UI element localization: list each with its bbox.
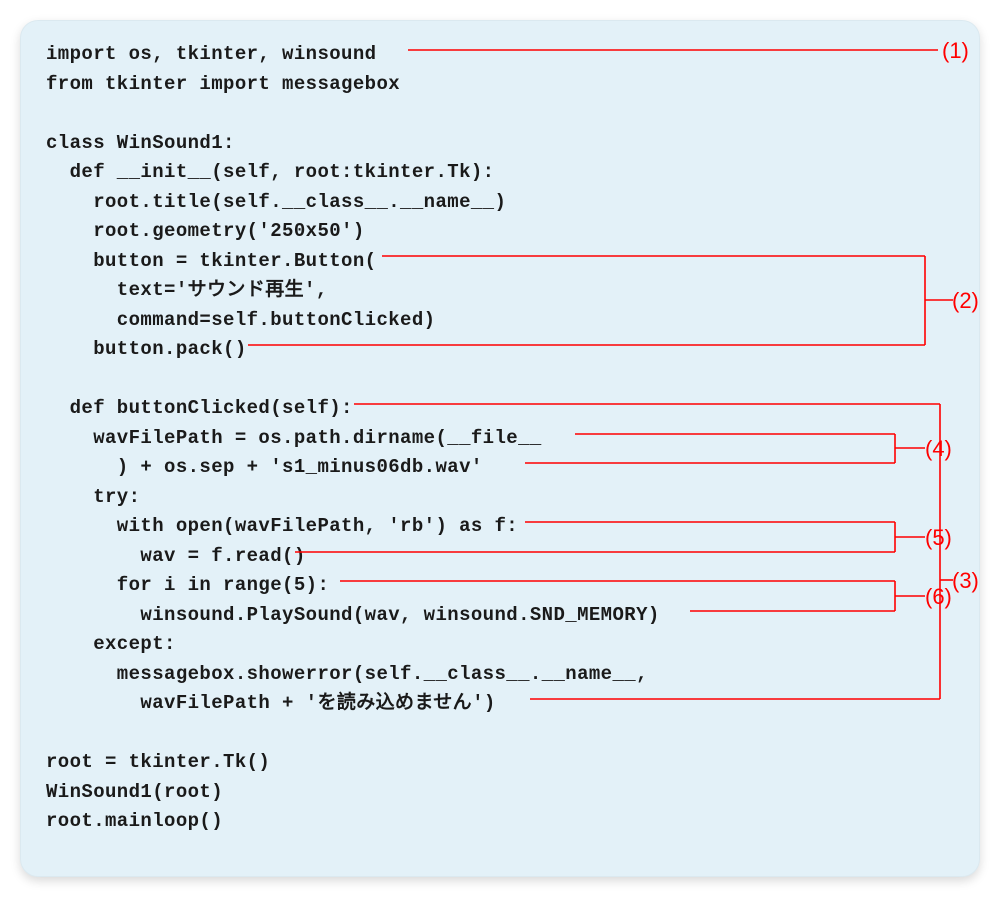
code-line: text='サウンド再生',: [46, 279, 328, 301]
code-line: def __init__(self, root:tkinter.Tk):: [46, 161, 494, 183]
code-line: root.mainloop(): [46, 810, 223, 832]
annotation-label: (4): [925, 436, 952, 462]
code-line: messagebox.showerror(self.__class__.__na…: [46, 663, 648, 685]
code-line: WinSound1(root): [46, 781, 223, 803]
code-line: button = tkinter.Button(: [46, 250, 376, 272]
code-line: button.pack(): [46, 338, 247, 360]
code-line: root.geometry('250x50'): [46, 220, 365, 242]
code-line: root.title(self.__class__.__name__): [46, 191, 506, 213]
code-line: try:: [46, 486, 140, 508]
annotation-label: (2): [952, 288, 979, 314]
annotation-label: (1): [942, 38, 969, 64]
annotation-label: (5): [925, 525, 952, 551]
code-line: winsound.PlaySound(wav, winsound.SND_MEM…: [46, 604, 660, 626]
code-line: command=self.buttonClicked): [46, 309, 435, 331]
code-line: wavFilePath + 'を読み込めません'): [46, 692, 496, 714]
code-line: ) + os.sep + 's1_minus06db.wav': [46, 456, 483, 478]
code-line: wav = f.read(): [46, 545, 306, 567]
code-line: from tkinter import messagebox: [46, 73, 400, 95]
code-line: def buttonClicked(self):: [46, 397, 353, 419]
code-line: for i in range(5):: [46, 574, 329, 596]
code-line: import os, tkinter, winsound: [46, 43, 376, 65]
code-line: class WinSound1:: [46, 132, 235, 154]
code-block: import os, tkinter, winsound from tkinte…: [46, 40, 660, 837]
annotation-label: (6): [925, 584, 952, 610]
code-line: root = tkinter.Tk(): [46, 751, 270, 773]
code-line: wavFilePath = os.path.dirname(__file__: [46, 427, 542, 449]
code-line: except:: [46, 633, 176, 655]
code-line: with open(wavFilePath, 'rb') as f:: [46, 515, 518, 537]
annotation-label: (3): [952, 568, 979, 594]
code-panel: import os, tkinter, winsound from tkinte…: [20, 20, 980, 877]
